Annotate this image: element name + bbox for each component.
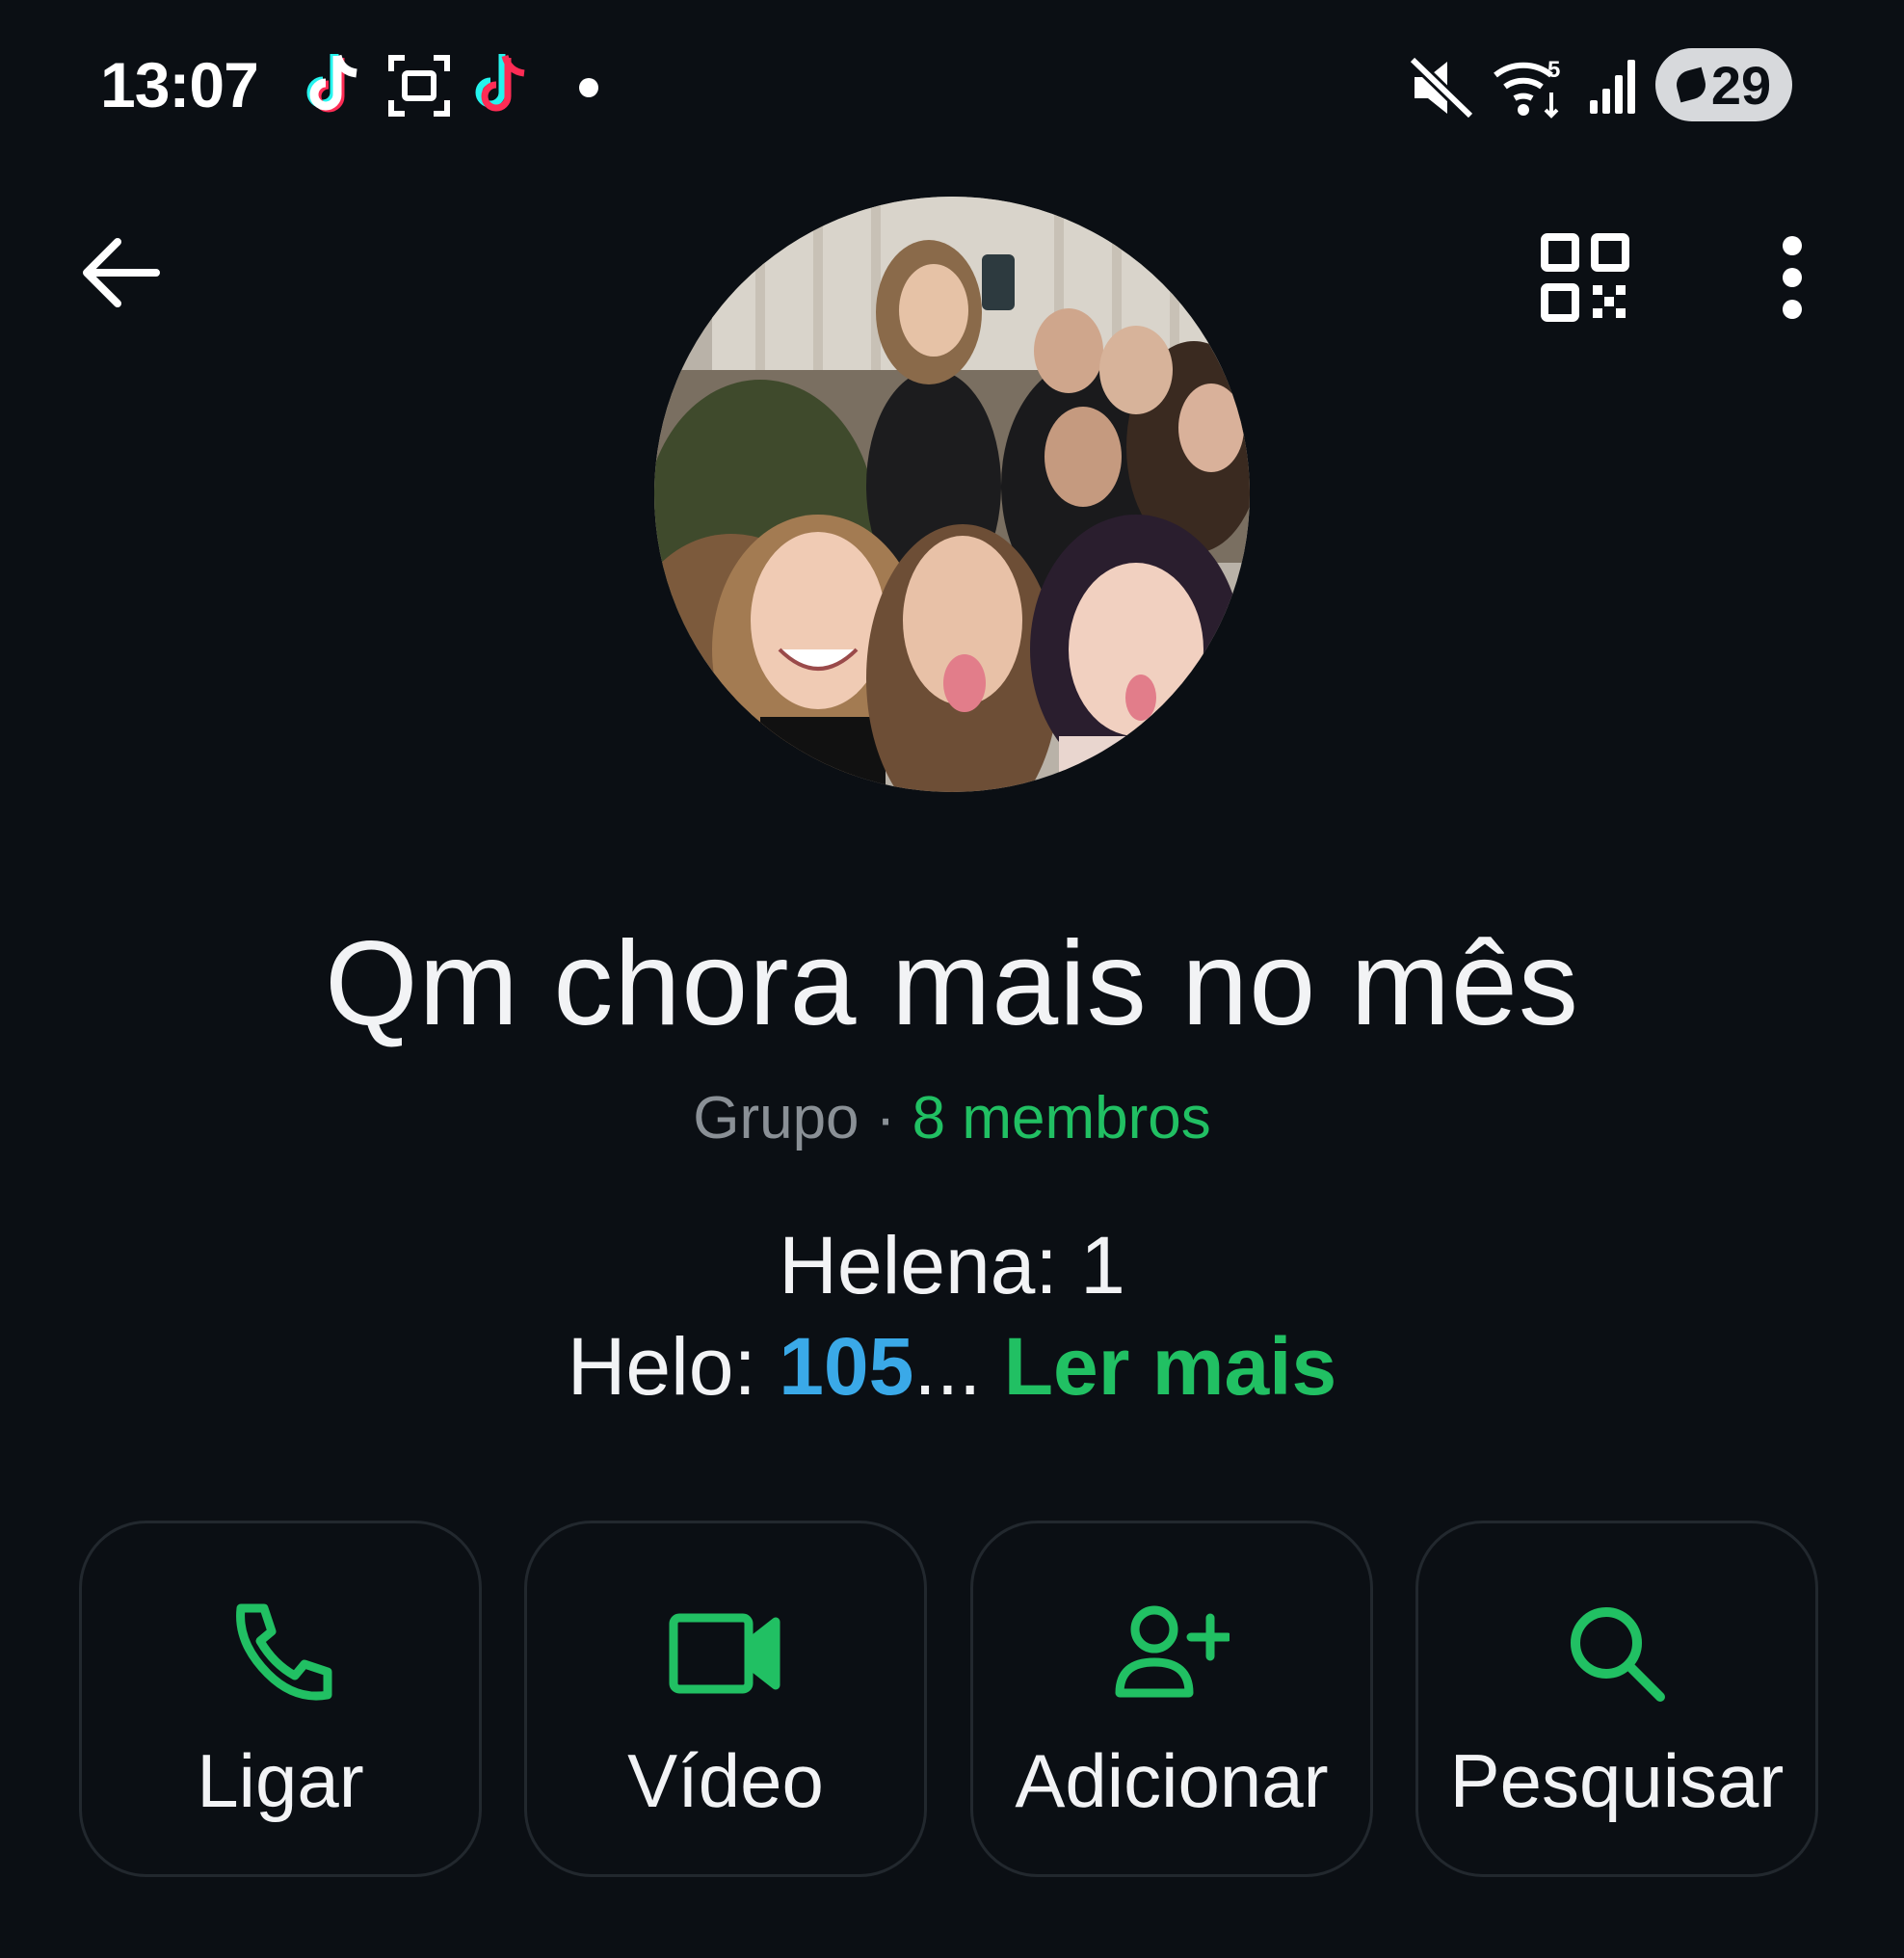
action-buttons: Ligar Vídeo Adicionar Pesquisar bbox=[79, 1521, 1825, 1881]
description-ellipsis: ... bbox=[913, 1321, 982, 1412]
meta-separator: · bbox=[875, 1085, 896, 1151]
phone-icon bbox=[227, 1601, 333, 1707]
group-title: Qm chora mais no mês bbox=[325, 917, 1579, 1050]
video-button[interactable]: Vídeo bbox=[524, 1521, 927, 1877]
more-options-button[interactable] bbox=[1744, 222, 1840, 337]
group-description-line2: Helo: 105... Ler mais bbox=[0, 1320, 1904, 1414]
group-avatar[interactable] bbox=[654, 197, 1250, 792]
tiktok-icon bbox=[304, 50, 366, 124]
add-person-icon bbox=[1114, 1601, 1232, 1707]
description-prefix: Helo: bbox=[567, 1321, 780, 1412]
group-description-line1: Helena: 1 bbox=[779, 1220, 1125, 1310]
tiktok-icon bbox=[472, 50, 534, 124]
status-bar: 13:07 5 29 bbox=[0, 0, 1904, 164]
description-number-link[interactable]: 105 bbox=[779, 1321, 913, 1412]
members-link[interactable]: 8 membros bbox=[912, 1085, 1211, 1151]
qr-code-icon bbox=[1539, 231, 1631, 329]
battery-indicator: 29 bbox=[1655, 48, 1792, 121]
svg-text:5: 5 bbox=[1547, 57, 1560, 83]
status-time: 13:07 bbox=[100, 49, 259, 120]
arrow-left-icon bbox=[79, 234, 162, 316]
back-button[interactable] bbox=[67, 222, 173, 328]
battery-level: 29 bbox=[1710, 54, 1772, 116]
search-button[interactable]: Pesquisar bbox=[1415, 1521, 1818, 1877]
mute-icon bbox=[1408, 55, 1476, 124]
add-label: Adicionar bbox=[1015, 1738, 1329, 1823]
video-icon bbox=[668, 1601, 783, 1707]
search-label: Pesquisar bbox=[1449, 1738, 1785, 1823]
dot-icon bbox=[578, 77, 599, 103]
search-icon bbox=[1564, 1601, 1670, 1707]
read-more-link[interactable]: Ler mais bbox=[1004, 1321, 1337, 1412]
wifi-icon: 5 bbox=[1492, 54, 1567, 124]
group-type: Grupo bbox=[693, 1085, 859, 1151]
more-vert-icon bbox=[1778, 234, 1807, 326]
screenshot-icon bbox=[387, 54, 451, 122]
qr-code-button[interactable] bbox=[1527, 222, 1643, 337]
add-participant-button[interactable]: Adicionar bbox=[970, 1521, 1373, 1877]
group-meta: Grupo · 8 membros bbox=[0, 1084, 1904, 1152]
signal-icon bbox=[1588, 56, 1640, 119]
call-button[interactable]: Ligar bbox=[79, 1521, 482, 1877]
battery-saver-icon bbox=[1673, 66, 1709, 103]
video-label: Vídeo bbox=[627, 1738, 824, 1823]
call-label: Ligar bbox=[197, 1738, 364, 1823]
